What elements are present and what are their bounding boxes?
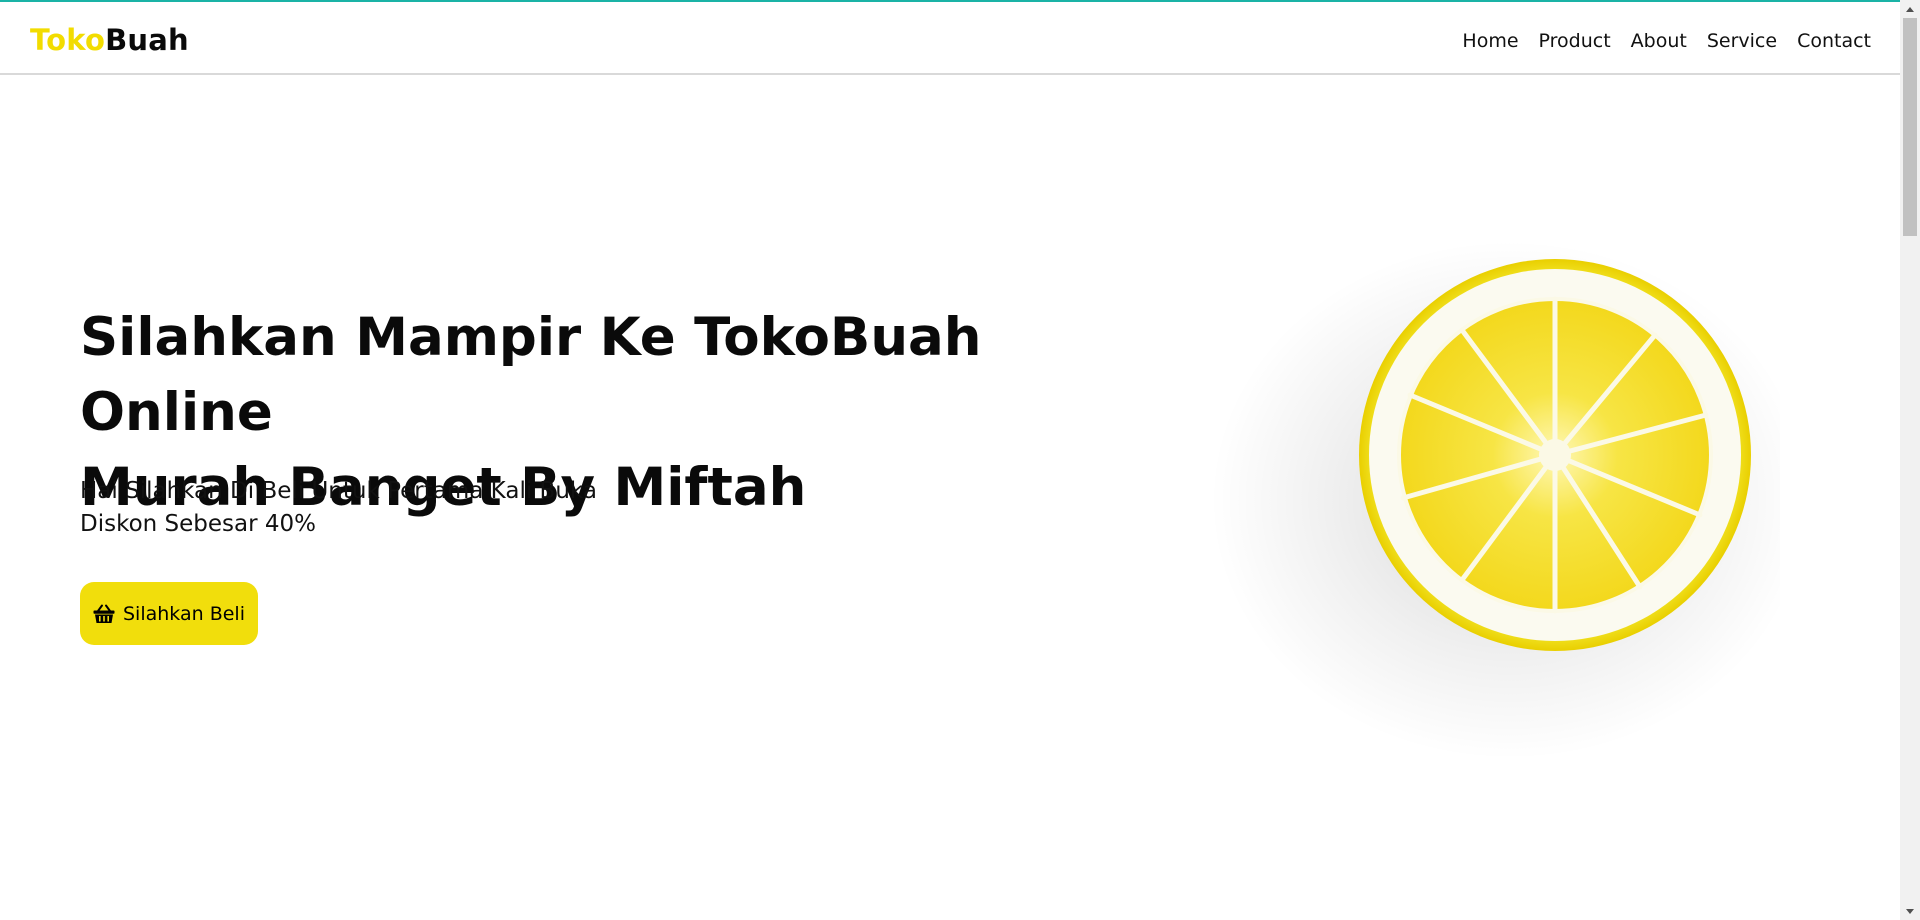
nav-menu: Home Product About Service Contact [1462,27,1871,55]
navbar: TokoBuah Home Product About Service Cont… [0,2,1900,75]
nav-link-service[interactable]: Service [1707,27,1777,55]
page: TokoBuah Home Product About Service Cont… [0,0,1920,920]
hero-title-line1: Silahkan Mampir Ke TokoBuah Online [80,307,982,443]
nav-link-about[interactable]: About [1631,27,1687,55]
scroll-down-icon[interactable] [1900,902,1920,920]
nav-link-home[interactable]: Home [1462,27,1518,55]
hero-subtitle-line2: Diskon Sebesar 40% [80,511,317,537]
brand-logo-part1: Toko [30,23,106,57]
brand-logo-part2: Buah [105,23,189,57]
scroll-up-icon[interactable] [1900,0,1920,18]
hero-subtitle: Hai Silahkan Di Beli Untuk Pertama Kali … [80,475,780,541]
scrollbar-thumb[interactable] [1903,18,1917,236]
hero-subtitle-line1: Hai Silahkan Di Beli Untuk Pertama Kali … [80,478,597,504]
brand-logo[interactable]: TokoBuah [30,22,189,58]
vertical-scrollbar[interactable] [1900,0,1920,920]
basket-icon [93,604,115,624]
nav-link-product[interactable]: Product [1539,27,1611,55]
lemon-slice-image [1200,230,1810,790]
buy-button[interactable]: Silahkan Beli [80,582,258,645]
buy-button-label: Silahkan Beli [123,602,245,625]
nav-link-contact[interactable]: Contact [1797,27,1871,55]
